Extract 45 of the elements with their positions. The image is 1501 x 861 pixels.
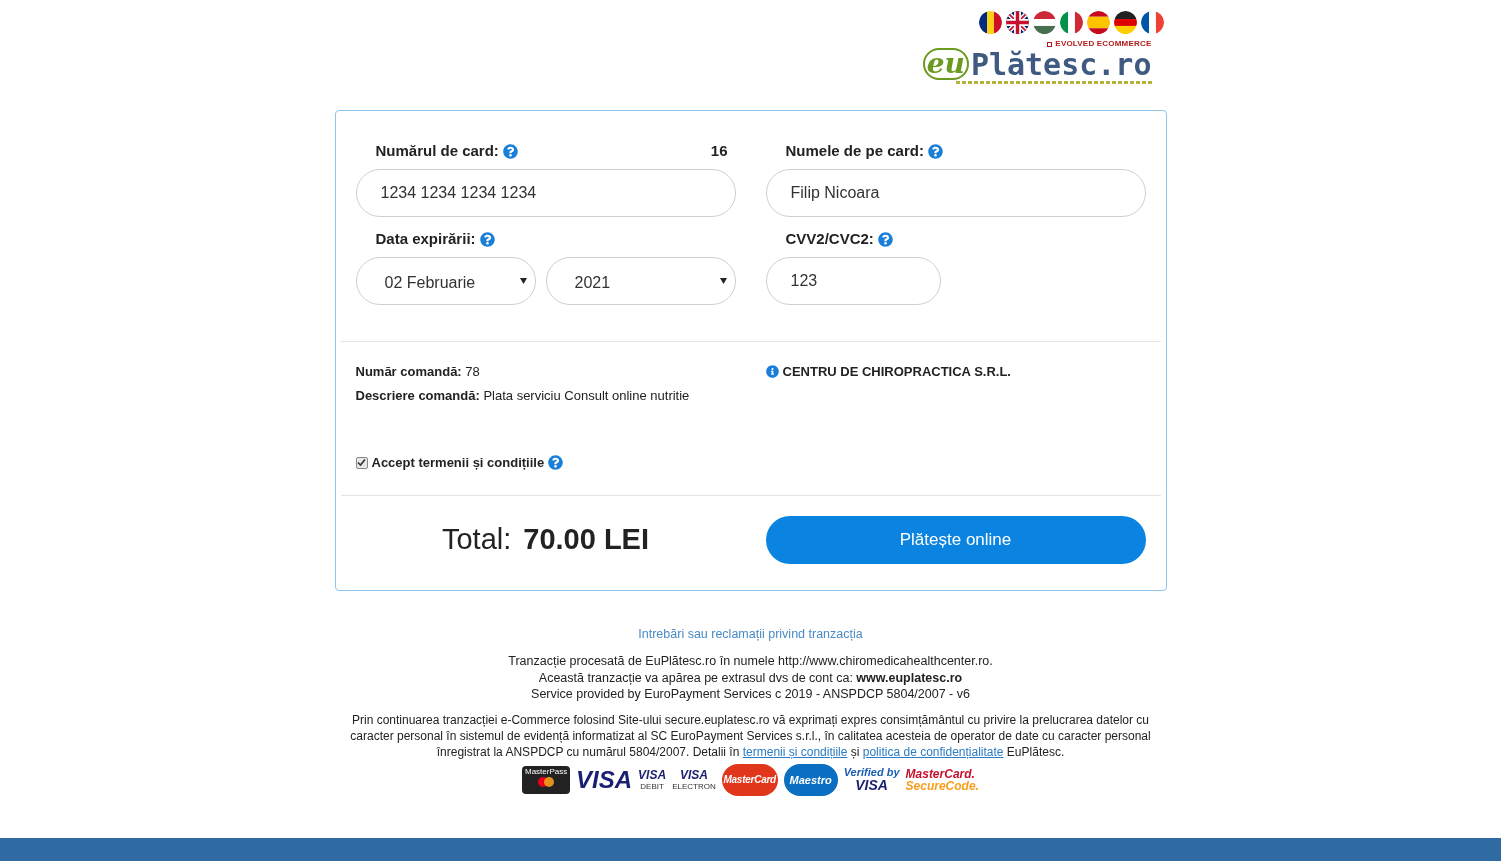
- help-icon[interactable]: [548, 455, 564, 471]
- field-label: Data expirării:: [375, 228, 476, 249]
- flag-icon[interactable]: [1005, 11, 1029, 34]
- total-amount: 70.00 LEI: [523, 521, 650, 557]
- visa-logo: VISA ELECTRON: [672, 768, 716, 791]
- help-icon[interactable]: [877, 231, 893, 247]
- field-label: Numărul de card:: [375, 140, 499, 161]
- verified-by-visa-logo: Verified by VISA: [843, 767, 900, 793]
- maestro-logo: Maestro: [783, 763, 838, 796]
- flag-icon[interactable]: [1086, 11, 1110, 34]
- terms-label: Accept termenii și condițiile: [371, 454, 545, 472]
- legal-link[interactable]: termenii și condițiile: [742, 744, 848, 759]
- total-label: Total:: [441, 521, 512, 557]
- logo-tagline: EVOLVED ECOMMERCE: [1055, 38, 1152, 50]
- visa-logo: VISA: [576, 767, 633, 792]
- masterpass-logo: MasterPass: [522, 765, 571, 794]
- help-icon[interactable]: [502, 143, 518, 159]
- footer-line: Service provided by EuroPayment Services c 2019 - ANSPDCP 5804/2007 - v6: [531, 686, 970, 703]
- logo-name: Plătesc.ro: [970, 50, 1152, 80]
- legal-paragraph: Prin continuarea tranzacției e-Commerce folosind Site-ului secure.euplatesc.ro vă exprimați expres consimțământul cu privire la prelucrarea datelor cu caracter personal în sistemul de evidență informatizat al SC EuroPayment Services s.r.l., în calitatea acesteia de operator de date cu caracter personal înregistrat la ANSPDCP cu numărul 5804/2007. Detalii în termenii și condițiile și politica de confidențialitate EuPlătesc.: [349, 711, 1152, 760]
- help-icon[interactable]: [479, 231, 495, 247]
- flag-icon[interactable]: [978, 11, 1002, 34]
- logo-mark: eu: [922, 48, 969, 80]
- field-label: Numele de pe card:: [785, 140, 924, 161]
- visa-logo: VISA DEBIT: [638, 768, 667, 791]
- complaints-link[interactable]: Intrebări sau reclamații privind tranzacția: [638, 624, 863, 644]
- pay-button[interactable]: Plătește online: [765, 515, 1146, 564]
- help-icon[interactable]: [927, 143, 943, 159]
- field-label: CVV2/CVC2:: [785, 228, 874, 249]
- caret-icon: [719, 278, 727, 284]
- merchant-name: CENTRU DE CHIROPRACTICA S.R.L.: [782, 363, 1011, 381]
- square-icon: [1047, 41, 1053, 47]
- terms-checkbox[interactable]: [355, 456, 368, 469]
- caret-icon: [519, 278, 527, 284]
- footer-line: Tranzacție procesată de EuPlătesc.ro în numele http://www.chiromedicahealthcenter.ro.: [508, 653, 993, 670]
- footer-line: Această tranzacție va apărea pe extrasul dvs de cont ca: www.euplatesc.ro: [538, 669, 963, 687]
- securecode-logo: MasterCard. SecureCode.: [905, 767, 979, 792]
- mastercard-logo: MasterCard: [721, 763, 778, 796]
- flag-icon[interactable]: [1113, 11, 1137, 34]
- order-detail: Număr comandă: 78: [355, 363, 481, 381]
- order-detail: Descriere comandă: Plata serviciu Consult online nutritie: [355, 386, 691, 405]
- legal-link[interactable]: politica de confidențialitate: [862, 744, 1004, 759]
- info-icon: [765, 365, 779, 379]
- flag-icon[interactable]: [1140, 11, 1164, 34]
- digit-counter: 16: [710, 140, 728, 161]
